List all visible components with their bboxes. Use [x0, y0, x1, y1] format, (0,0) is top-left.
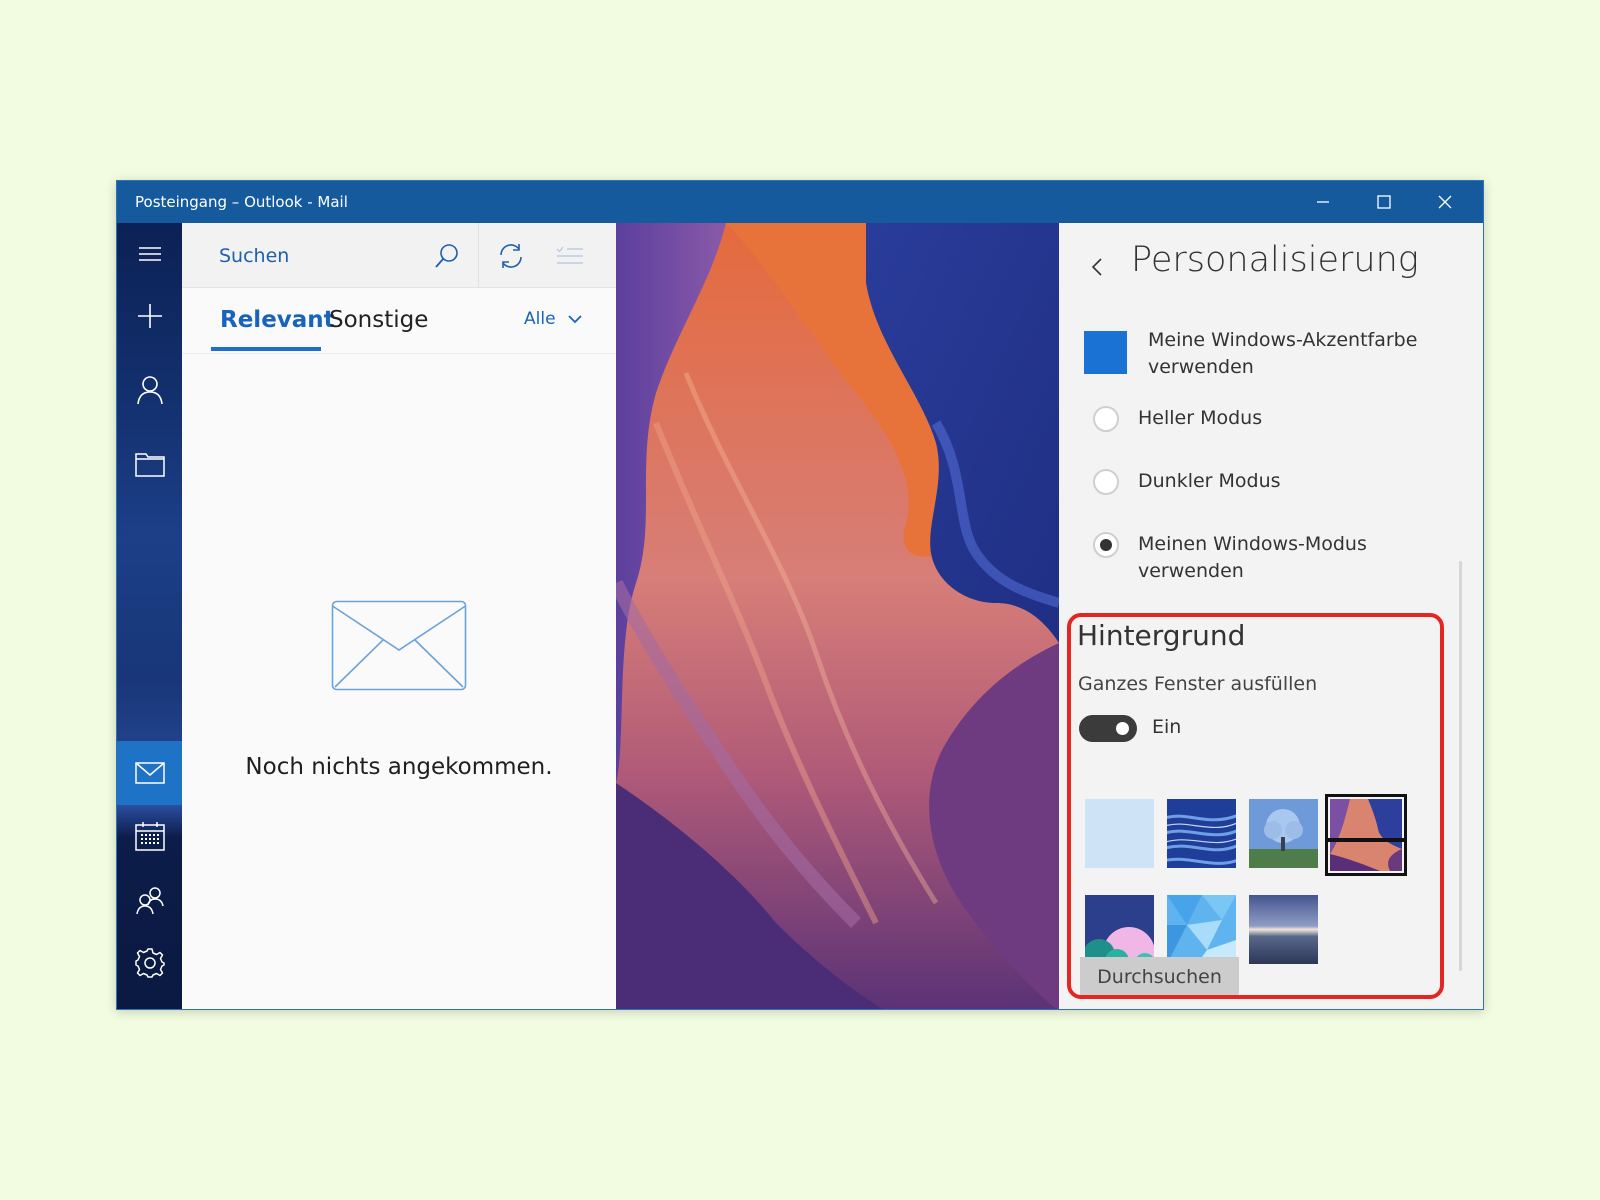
selection-list-icon: [556, 246, 583, 264]
mail-button[interactable]: [117, 741, 182, 805]
accounts-button[interactable]: [117, 359, 182, 421]
maximize-button[interactable]: [1354, 181, 1414, 223]
accent-color-swatch[interactable]: [1084, 331, 1127, 374]
thumbnail-blue-polygons[interactable]: [1167, 895, 1236, 964]
lake-sunset-background-image: [1249, 895, 1318, 964]
abstract-bubbles-background-image: [1085, 895, 1154, 964]
canyon-background-image: [1330, 799, 1402, 871]
hamburger-menu-button[interactable]: [117, 223, 182, 285]
folders-button[interactable]: [117, 433, 182, 495]
tabs-divider: [182, 353, 616, 354]
window-title: Posteingang – Outlook - Mail: [135, 193, 348, 211]
browse-button[interactable]: Durchsuchen: [1080, 957, 1239, 997]
accounts-person-icon: [136, 376, 163, 405]
new-mail-plus-icon: [137, 304, 162, 328]
sync-icon: [500, 244, 522, 268]
radio-light-mode[interactable]: [1093, 406, 1119, 432]
panel-title: Personalisierung: [1131, 240, 1419, 280]
tab-relevant[interactable]: Relevant: [220, 307, 335, 333]
calendar-icon: [134, 822, 165, 851]
radio-windows-mode[interactable]: [1093, 532, 1119, 558]
accent-color-option[interactable]: Meine Windows-Akzentfarbe verwenden: [1148, 327, 1448, 381]
windows-mode-label: Meinen Windows-Modus verwenden: [1138, 533, 1367, 582]
calendar-button[interactable]: [117, 805, 182, 867]
people-button[interactable]: [117, 869, 182, 931]
search-divider: [478, 223, 479, 288]
chevron-left-icon: [1091, 258, 1102, 276]
blue-streaks-background-image: [1167, 799, 1236, 868]
filter-label: Alle: [524, 309, 556, 329]
settings-button[interactable]: [117, 932, 182, 994]
thumbnail-blue-streaks[interactable]: [1167, 799, 1236, 868]
people-icon: [135, 887, 164, 915]
minimize-icon: [1317, 201, 1329, 203]
navigation-rail: [117, 223, 182, 1009]
light-blue-background-image: [1085, 799, 1154, 868]
close-button[interactable]: [1415, 181, 1475, 223]
background-heading: Hintergrund: [1077, 619, 1246, 652]
light-mode-label: Heller Modus: [1138, 407, 1263, 429]
reading-pane-background: [616, 223, 1059, 1009]
thumbnail-abstract-bubbles[interactable]: [1085, 895, 1154, 964]
new-mail-button[interactable]: [117, 285, 182, 347]
active-tab-indicator: [211, 347, 321, 351]
blue-polygons-background-image: [1167, 895, 1236, 964]
windows-mode-option[interactable]: Meinen Windows-Modus verwenden: [1093, 532, 1398, 585]
radio-dark-mode[interactable]: [1093, 469, 1119, 495]
search-icon: [435, 244, 458, 268]
chevron-down-icon: [567, 314, 582, 323]
tree-background-image: [1249, 799, 1318, 868]
toggle-state-label: Ein: [1152, 716, 1182, 738]
close-icon: [1438, 195, 1452, 209]
filter-dropdown[interactable]: Alle: [524, 309, 582, 329]
empty-inbox-envelope-icon: [331, 600, 467, 691]
search-bar: [182, 223, 616, 288]
title-bar: Posteingang – Outlook - Mail: [117, 181, 1483, 223]
thumbnail-light-blue[interactable]: [1085, 799, 1154, 868]
empty-state-message: Noch nichts angekommen.: [245, 754, 553, 780]
settings-gear-icon: [134, 948, 165, 978]
light-mode-option[interactable]: Heller Modus: [1093, 406, 1398, 432]
thumbnail-tree[interactable]: [1249, 799, 1318, 868]
back-button[interactable]: [1079, 249, 1115, 285]
folders-icon: [134, 453, 165, 477]
sync-button[interactable]: [487, 237, 535, 275]
panel-scrollbar[interactable]: [1459, 561, 1462, 971]
tab-sonstige[interactable]: Sonstige: [329, 307, 428, 333]
canyon-wallpaper-image: [616, 223, 1059, 1009]
mail-app-window: Posteingang – Outlook - Mail Suchen Rele…: [116, 180, 1484, 1010]
minimize-button[interactable]: [1293, 181, 1353, 223]
fill-window-toggle[interactable]: [1079, 715, 1137, 742]
thumbnail-lake-sunset[interactable]: [1249, 895, 1318, 964]
message-list-pane: Relevant Sonstige Alle Noch nichts angek…: [182, 223, 616, 1009]
hamburger-menu-icon: [138, 247, 161, 261]
dark-mode-option[interactable]: Dunkler Modus: [1093, 469, 1398, 495]
personalization-panel: Personalisierung Meine Windows-Akzentfar…: [1059, 223, 1483, 1009]
dark-mode-label: Dunkler Modus: [1138, 470, 1281, 492]
selection-mode-button[interactable]: [546, 237, 594, 275]
thumbnail-canyon[interactable]: [1325, 794, 1407, 876]
selected-thumbnail-indicator: [1327, 838, 1405, 842]
maximize-icon: [1377, 195, 1391, 209]
search-button[interactable]: [427, 237, 467, 275]
mail-icon: [134, 762, 165, 784]
fill-window-label: Ganzes Fenster ausfüllen: [1078, 673, 1318, 695]
